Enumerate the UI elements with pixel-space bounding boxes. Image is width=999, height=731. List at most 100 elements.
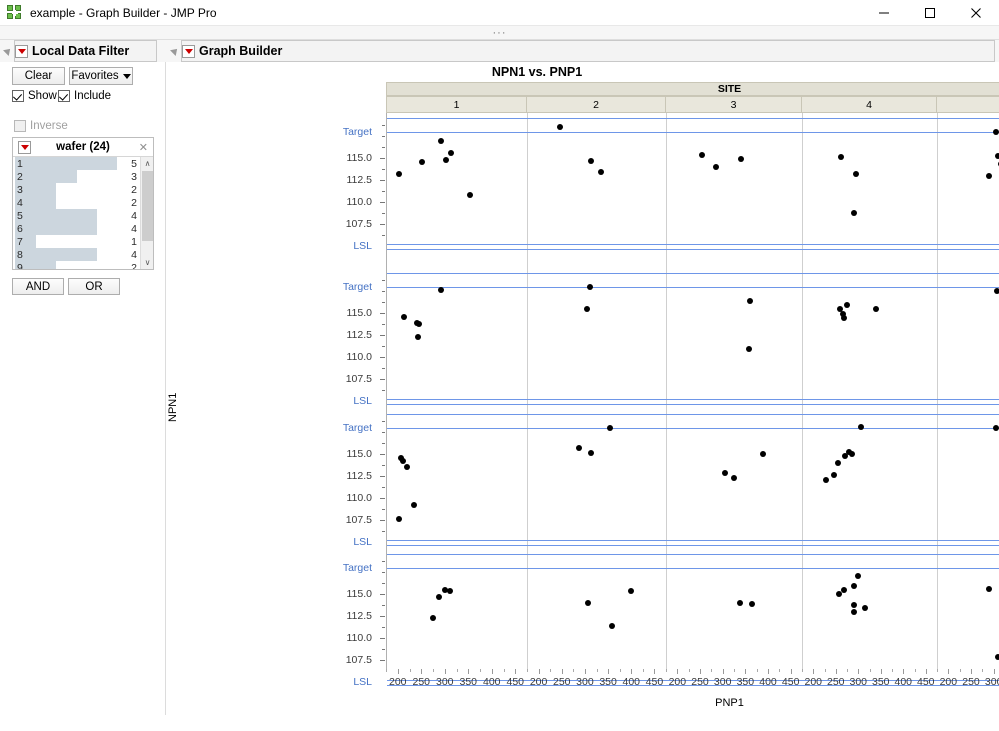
scatter-point[interactable]	[736, 599, 743, 606]
scatter-point[interactable]	[994, 654, 999, 661]
minimize-button[interactable]	[861, 0, 907, 26]
scatter-point[interactable]	[731, 474, 738, 481]
show-checkbox-row[interactable]: Show	[12, 90, 57, 102]
scatter-point[interactable]	[854, 572, 861, 579]
scatter-point[interactable]	[848, 451, 855, 457]
scatter-point[interactable]	[429, 614, 436, 621]
filter-list-item[interactable]: 42	[13, 196, 140, 209]
scatter-point[interactable]	[850, 210, 857, 217]
scroll-down-icon[interactable]: ∨	[141, 256, 154, 269]
scatter-point[interactable]	[608, 622, 615, 629]
scatter-point[interactable]	[607, 424, 613, 431]
scatter-point[interactable]	[556, 124, 563, 131]
clear-button[interactable]: Clear	[12, 67, 65, 85]
facet-column-header-4[interactable]: 4	[802, 96, 937, 113]
panel-header-local-data-filter[interactable]: Local Data Filter	[14, 40, 157, 62]
red-triangle-menu-filter-icon[interactable]	[15, 44, 28, 58]
scatter-point[interactable]	[840, 587, 847, 594]
filter-list-item[interactable]: 15	[13, 157, 140, 170]
scatter-point[interactable]	[850, 608, 857, 615]
scatter-point[interactable]	[404, 464, 411, 471]
scatter-point[interactable]	[442, 156, 449, 163]
scatter-point[interactable]	[748, 600, 755, 607]
scatter-point[interactable]	[862, 605, 869, 612]
scatter-point[interactable]	[585, 599, 592, 606]
scroll-up-icon[interactable]: ∧	[141, 157, 154, 170]
scatter-point[interactable]	[745, 346, 752, 353]
include-checkbox[interactable]	[58, 90, 70, 102]
show-checkbox[interactable]	[12, 90, 24, 102]
scatter-point[interactable]	[435, 593, 442, 600]
close-icon[interactable]: ✕	[139, 141, 148, 154]
scatter-point[interactable]	[986, 172, 993, 179]
scatter-point[interactable]	[395, 516, 402, 523]
scatter-point[interactable]	[843, 302, 850, 309]
scrollbar-thumb[interactable]	[142, 171, 153, 241]
scatter-point[interactable]	[737, 155, 744, 162]
facet-column-header-5[interactable]: 5	[937, 96, 999, 113]
scatter-point[interactable]	[985, 585, 992, 592]
scatter-point[interactable]	[419, 158, 426, 165]
facet-column-header-1[interactable]: 1	[386, 96, 527, 113]
plot-facet-lot04[interactable]	[386, 549, 999, 687]
scatter-point[interactable]	[415, 321, 422, 328]
scatter-point[interactable]	[830, 472, 837, 479]
filter-list-item[interactable]: 71	[13, 235, 140, 248]
scatter-point[interactable]	[448, 149, 455, 156]
scatter-point[interactable]	[835, 459, 842, 466]
filter-list-item[interactable]: 64	[13, 222, 140, 235]
scatter-point[interactable]	[583, 305, 590, 312]
red-triangle-menu-graph-icon[interactable]	[182, 44, 195, 58]
facet-column-header-2[interactable]: 2	[527, 96, 666, 113]
toolbar-overflow-icon[interactable]: ···	[493, 27, 507, 38]
scatter-point[interactable]	[401, 313, 408, 320]
scatter-point[interactable]	[587, 450, 594, 457]
scatter-point[interactable]	[598, 169, 605, 176]
maximize-button[interactable]	[907, 0, 953, 26]
scatter-point[interactable]	[586, 284, 593, 291]
scatter-point[interactable]	[993, 129, 999, 136]
scatter-point[interactable]	[438, 287, 445, 294]
scatter-point[interactable]	[993, 424, 999, 431]
scatter-point[interactable]	[399, 458, 406, 465]
scatter-point[interactable]	[414, 333, 421, 340]
or-button[interactable]: OR	[68, 278, 120, 295]
panel-header-graph-builder[interactable]: Graph Builder	[181, 40, 995, 62]
scatter-point[interactable]	[872, 305, 879, 312]
and-button[interactable]: AND	[12, 278, 64, 295]
filter-list-item[interactable]: 84	[13, 248, 140, 261]
scatter-point[interactable]	[822, 477, 829, 484]
scatter-point[interactable]	[853, 170, 860, 177]
scatter-point[interactable]	[588, 157, 595, 164]
scatter-point[interactable]	[746, 297, 753, 304]
scatter-point[interactable]	[712, 163, 719, 170]
scatter-point[interactable]	[850, 583, 857, 590]
scatter-point[interactable]	[759, 451, 766, 457]
collapse-arrow-graph-icon[interactable]	[170, 46, 180, 56]
filter-list-item[interactable]: 92	[13, 261, 140, 269]
filter-list-scrollbar[interactable]: ∧ ∨	[140, 157, 153, 269]
scatter-point[interactable]	[850, 602, 857, 609]
scatter-point[interactable]	[994, 153, 999, 160]
scatter-point[interactable]	[857, 423, 864, 430]
scatter-point[interactable]	[841, 315, 848, 322]
scatter-point[interactable]	[447, 588, 454, 595]
inverse-checkbox-row[interactable]: Inverse	[14, 120, 68, 132]
scatter-point[interactable]	[395, 170, 402, 177]
scatter-point[interactable]	[467, 191, 474, 198]
scatter-point[interactable]	[411, 502, 418, 509]
collapse-arrow-filter-icon[interactable]	[3, 46, 13, 56]
filter-value-list[interactable]: 152332425464718492106116122135143151	[13, 157, 140, 269]
scatter-point[interactable]	[628, 588, 635, 595]
plot-facet-lot01[interactable]	[386, 113, 999, 268]
filter-list-item[interactable]: 32	[13, 183, 140, 196]
scatter-point[interactable]	[838, 154, 845, 161]
plot-facet-lot02[interactable]	[386, 268, 999, 409]
filter-list-item[interactable]: 54	[13, 209, 140, 222]
filter-list-item[interactable]: 23	[13, 170, 140, 183]
scatter-point[interactable]	[699, 152, 706, 159]
favorites-button[interactable]: Favorites	[69, 67, 133, 85]
plot-facet-lot03[interactable]	[386, 409, 999, 549]
close-button[interactable]	[953, 0, 999, 26]
include-checkbox-row[interactable]: Include	[58, 90, 111, 102]
